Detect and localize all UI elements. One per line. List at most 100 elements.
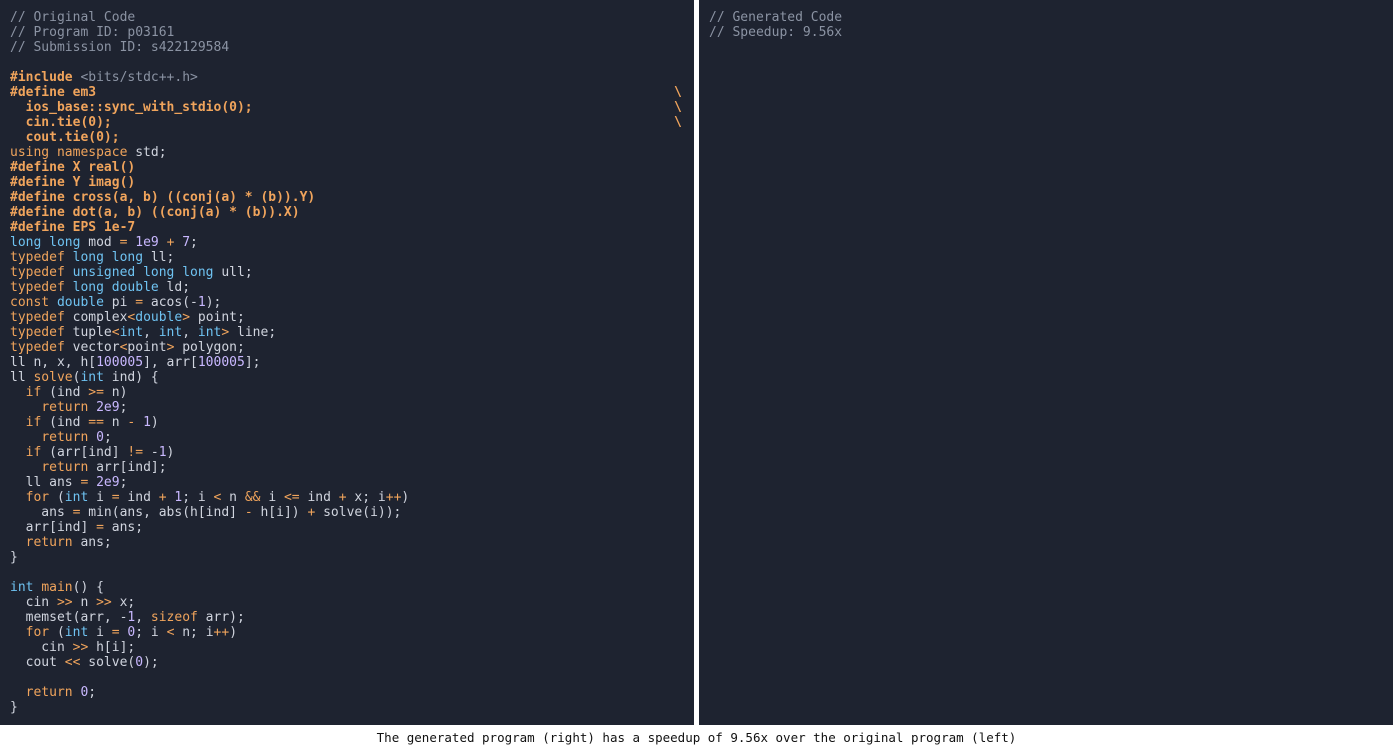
code-token: 1 <box>197 295 206 310</box>
code-token: 2e9 <box>96 400 120 415</box>
original-code-block[interactable]: // Original Code// Program ID: p03161// … <box>10 10 684 715</box>
code-token: solve( <box>80 655 136 670</box>
code-line: } <box>10 700 684 715</box>
code-token: cout <box>10 655 65 670</box>
code-token: ; <box>88 685 97 700</box>
code-token: #define cross(a, b) ((conj(a) * (b)).Y) <box>10 190 316 205</box>
code-token: mod <box>80 235 120 250</box>
code-line: #define cross(a, b) ((conj(a) * (b)).Y) <box>10 190 684 205</box>
generated-code-block[interactable]: // Generated Code// Speedup: 9.56x <box>709 10 1383 40</box>
code-line: cin.tie(0); \ <box>10 115 684 130</box>
code-token: ; i <box>135 625 167 640</box>
code-line: return arr[ind]; <box>10 460 684 475</box>
code-line: #define em3 \ <box>10 85 684 100</box>
code-token: == <box>88 415 104 430</box>
code-token: long double <box>72 280 159 295</box>
code-token: ( <box>49 490 65 505</box>
code-token: // Speedup: 9.56x <box>709 25 843 40</box>
code-line: ​ <box>10 55 684 70</box>
code-token: cout.tie(0); <box>10 130 120 145</box>
code-token: line; <box>229 325 277 340</box>
code-token: << <box>64 655 81 670</box>
code-token: using namespace <box>10 145 128 160</box>
code-line: memset(arr, -1, sizeof arr); <box>10 610 684 625</box>
original-code-panel[interactable]: // Original Code// Program ID: p03161// … <box>0 0 694 725</box>
code-token: return <box>25 535 73 550</box>
code-token: >= <box>88 385 104 400</box>
code-token: = <box>135 295 144 310</box>
code-token: cin.tie(0); <box>10 115 112 130</box>
code-token: tuple <box>64 325 112 340</box>
code-token: ind <box>119 490 159 505</box>
code-token: typedef <box>10 325 65 340</box>
code-token: ++ <box>385 490 402 505</box>
code-token: ; <box>119 475 128 490</box>
code-token: > <box>182 310 191 325</box>
code-token: ( <box>49 625 65 640</box>
code-token: 1 <box>143 415 151 430</box>
code-token: () { <box>72 580 104 595</box>
code-token: > <box>221 325 230 340</box>
code-token: arr[ind]; <box>88 460 167 475</box>
code-token: sizeof <box>150 610 198 625</box>
code-token: = <box>111 490 120 505</box>
code-line: typedef long double ld; <box>10 280 684 295</box>
code-token: acos(- <box>143 295 198 310</box>
code-token: 100005 <box>96 355 144 370</box>
code-line: cout.tie(0); <box>10 130 684 145</box>
code-token: - <box>143 445 159 460</box>
code-token: h[i]; <box>88 640 136 655</box>
code-line: if (ind >= n) <box>10 385 684 400</box>
code-token: ]; <box>244 355 261 370</box>
code-line: ios_base::sync_with_stdio(0); \ <box>10 100 684 115</box>
code-token: ) <box>150 415 159 430</box>
code-token: i <box>88 490 112 505</box>
code-token: ind <box>299 490 339 505</box>
code-token: typedef <box>10 310 65 325</box>
code-token: 7 <box>182 235 191 250</box>
code-token: 100005 <box>197 355 245 370</box>
code-line: return 0; <box>10 430 684 445</box>
code-line: // Generated Code <box>709 10 1383 25</box>
code-token: = <box>96 520 104 535</box>
code-token: memset(arr, - <box>10 610 128 625</box>
code-token: < <box>111 325 120 340</box>
code-token: } <box>10 550 18 565</box>
code-line: typedef complex<double> point; <box>10 310 684 325</box>
code-token: ind) { <box>103 370 159 385</box>
code-token: pi <box>103 295 136 310</box>
code-token: #define em3 <box>10 85 97 100</box>
code-token: typedef <box>10 280 65 295</box>
code-token: 1 <box>158 445 167 460</box>
code-token: int <box>197 325 222 340</box>
code-token: polygon; <box>174 340 245 355</box>
code-line: #define dot(a, b) ((conj(a) * (b)).X) <box>10 205 684 220</box>
code-token: return <box>25 685 73 700</box>
code-token: (ind <box>41 385 89 400</box>
code-line: return 0; <box>10 685 684 700</box>
code-token: #define X real() <box>10 160 136 175</box>
generated-code-panel[interactable]: // Generated Code// Speedup: 9.56x <box>699 0 1393 725</box>
code-token: ) <box>401 490 410 505</box>
code-token: #define Y imag() <box>10 175 136 190</box>
code-token: // Program ID: p03161 <box>10 25 175 40</box>
code-line: if (ind == n - 1) <box>10 415 684 430</box>
code-token: n <box>103 415 128 430</box>
code-token: (ind <box>41 415 89 430</box>
code-token: cin <box>10 595 57 610</box>
code-token: solve <box>33 370 73 385</box>
code-token: (arr[ind] <box>41 445 128 460</box>
code-token: int <box>10 580 34 595</box>
code-line: typedef unsigned long long ull; <box>10 265 684 280</box>
code-token: n <box>221 490 245 505</box>
code-token: ans; <box>103 520 144 535</box>
code-token: if <box>25 385 42 400</box>
code-token: x; <box>111 595 136 610</box>
code-line: // Program ID: p03161 <box>10 25 684 40</box>
